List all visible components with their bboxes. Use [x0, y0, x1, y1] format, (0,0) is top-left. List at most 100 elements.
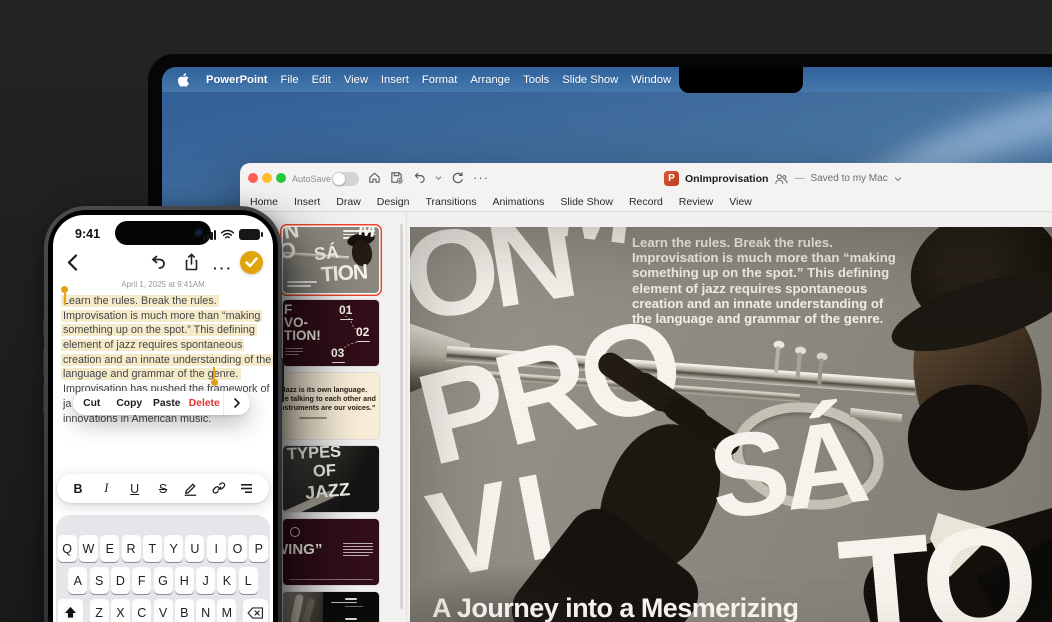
menu-item-slide-show[interactable]: Slide Show	[562, 74, 618, 86]
text-format-lines-icon[interactable]	[240, 483, 256, 494]
key-o[interactable]: O	[228, 535, 248, 562]
tab-draw[interactable]: Draw	[336, 196, 361, 208]
shift-key[interactable]	[58, 599, 84, 622]
dynamic-island	[115, 221, 211, 245]
selection-start-handle[interactable]	[61, 286, 68, 293]
underline-button[interactable]: U	[127, 482, 143, 496]
tab-animations[interactable]: Animations	[492, 196, 544, 208]
thumb5-big-text: WING”	[283, 541, 323, 558]
autosave-toggle[interactable]	[332, 172, 359, 186]
menu-item-tools[interactable]: Tools	[523, 74, 549, 86]
minimize-window-button[interactable]	[262, 173, 272, 183]
paste-menu-item[interactable]: Paste	[148, 398, 186, 409]
key-d[interactable]: D	[110, 567, 130, 594]
selection-start-bar[interactable]	[63, 293, 66, 305]
selection-end-bar[interactable]	[213, 367, 215, 379]
key-x[interactable]: X	[110, 599, 130, 622]
highlighter-pen-icon[interactable]	[183, 481, 199, 496]
slide-thumbnail-5[interactable]: WING”	[283, 519, 379, 585]
tab-review[interactable]: Review	[679, 196, 713, 208]
bold-button[interactable]: B	[70, 482, 86, 496]
menu-item-insert[interactable]: Insert	[381, 74, 409, 86]
menu-item-app[interactable]: PowerPoint	[206, 74, 268, 86]
apple-logo-icon[interactable]	[178, 72, 190, 87]
iphone-screen: 9:41 ··· April 1, 2025 at 9:41AM Learn t…	[53, 215, 273, 622]
key-s[interactable]: S	[89, 567, 109, 594]
menu-item-file[interactable]: File	[281, 74, 299, 86]
key-b[interactable]: B	[174, 599, 194, 622]
undo-dropdown-chevron-icon[interactable]	[435, 175, 442, 181]
key-w[interactable]: W	[78, 535, 98, 562]
key-e[interactable]: E	[100, 535, 120, 562]
menu-item-format[interactable]: Format	[422, 74, 457, 86]
key-r[interactable]: R	[121, 535, 141, 562]
selection-end-handle[interactable]	[210, 379, 218, 386]
key-y[interactable]: Y	[164, 535, 184, 562]
tab-insert[interactable]: Insert	[294, 196, 320, 208]
key-u[interactable]: U	[185, 535, 205, 562]
more-toolbar-icon[interactable]: ···	[473, 171, 489, 184]
tab-design[interactable]: Design	[377, 196, 410, 208]
italic-button[interactable]: I	[98, 481, 114, 496]
menu-more-chevron-icon[interactable]	[223, 391, 250, 415]
key-j[interactable]: J	[196, 567, 216, 594]
backspace-key[interactable]	[242, 599, 268, 622]
key-m[interactable]: M	[217, 599, 237, 622]
key-g[interactable]: G	[153, 567, 173, 594]
slide-thumbnail-4[interactable]: TYPES OF JAZZ	[283, 446, 379, 512]
slide-thumbnail-1-selected[interactable]: N M O SÁ TION	[283, 227, 379, 293]
slide-footer-text[interactable]: A Journey into a Mesmerizing	[432, 593, 799, 622]
status-time: 9:41	[75, 227, 101, 241]
save-icon[interactable]	[390, 171, 403, 184]
slide-thumbnail-6[interactable]	[283, 592, 379, 622]
key-k[interactable]: K	[217, 567, 237, 594]
key-a[interactable]: A	[68, 567, 88, 594]
collaborators-icon[interactable]	[774, 173, 789, 185]
macos-menu-bar: PowerPoint File Edit View Insert Format …	[162, 67, 1052, 92]
slide-thumbnail-3[interactable]: “Jazz is its own language. are talking t…	[283, 373, 379, 439]
key-p[interactable]: P	[249, 535, 269, 562]
key-c[interactable]: C	[132, 599, 152, 622]
cut-menu-item[interactable]: Cut	[73, 398, 111, 409]
thumb4-title-line: TYPES	[286, 446, 342, 464]
delete-menu-item[interactable]: Delete	[186, 398, 224, 409]
redo-icon[interactable]	[451, 171, 464, 184]
menu-item-view[interactable]: View	[344, 74, 368, 86]
home-icon[interactable]	[368, 171, 381, 184]
key-i[interactable]: I	[206, 535, 226, 562]
key-z[interactable]: Z	[89, 599, 109, 622]
undo-button[interactable]	[149, 255, 166, 270]
undo-icon[interactable]	[412, 171, 426, 184]
save-status-chevron-icon[interactable]	[894, 176, 902, 182]
share-button[interactable]	[184, 253, 199, 271]
link-icon[interactable]	[212, 481, 228, 496]
key-h[interactable]: H	[174, 567, 194, 594]
save-status[interactable]: Saved to my Mac	[810, 173, 887, 184]
slide-thumbnail-2[interactable]: F VO- TION! 01 02 03	[283, 300, 379, 366]
tab-slide-show[interactable]: Slide Show	[560, 196, 613, 208]
highlighted-line: creation and an innate understanding of …	[61, 353, 273, 366]
close-window-button[interactable]	[248, 173, 258, 183]
done-check-button[interactable]	[240, 251, 263, 274]
thumbnail-scrollbar[interactable]	[400, 224, 403, 609]
key-v[interactable]: V	[153, 599, 173, 622]
tab-view[interactable]: View	[729, 196, 752, 208]
battery-icon	[239, 229, 263, 240]
tab-transitions[interactable]: Transitions	[425, 196, 476, 208]
slide-body-text[interactable]: Learn the rules. Break the rules. Improv…	[632, 235, 972, 326]
key-q[interactable]: Q	[57, 535, 77, 562]
key-n[interactable]: N	[196, 599, 216, 622]
menu-item-edit[interactable]: Edit	[312, 74, 331, 86]
copy-menu-item[interactable]: Copy	[111, 398, 149, 409]
more-options-button[interactable]: ···	[213, 260, 233, 276]
menu-item-window[interactable]: Window	[631, 74, 671, 86]
tab-record[interactable]: Record	[629, 196, 663, 208]
menu-item-arrange[interactable]: Arrange	[470, 74, 510, 86]
strikethrough-button[interactable]: S	[155, 482, 171, 496]
key-f[interactable]: F	[132, 567, 152, 594]
key-t[interactable]: T	[142, 535, 162, 562]
slide-canvas[interactable]: ON M I PRO VI	[410, 227, 1052, 622]
key-l[interactable]: L	[238, 567, 258, 594]
zoom-window-button[interactable]	[276, 173, 286, 183]
back-button[interactable]	[67, 254, 78, 271]
